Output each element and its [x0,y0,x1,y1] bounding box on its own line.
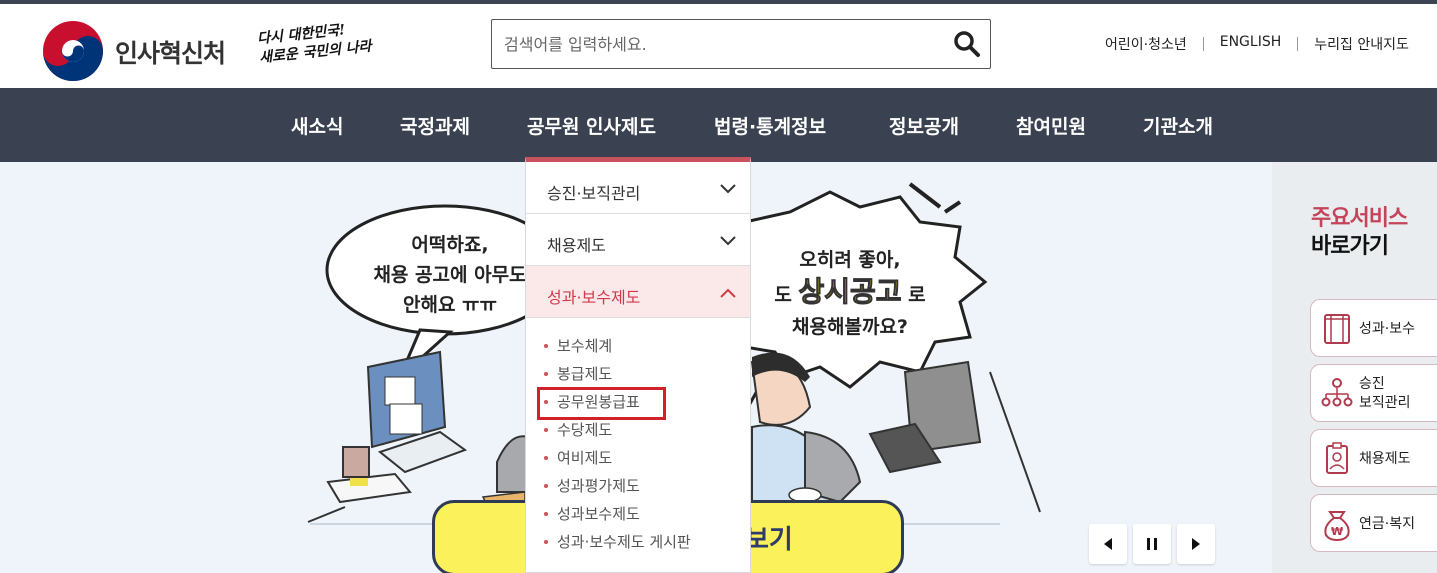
utility-links: 어린이·청소년 ENGLISH 누리집 안내지도 [1105,34,1409,54]
submenu-travel-expense[interactable]: 여비제도 [526,444,750,472]
submenu-performance-eval[interactable]: 성과평가제도 [526,472,750,500]
nav-national-tasks[interactable]: 국정과제 [400,112,470,139]
menu-promotion[interactable]: 승진·보직관리 [526,162,750,214]
triangle-right-icon [1192,538,1200,550]
submenu-label: 봉급제도 [557,365,613,383]
divider [1202,37,1204,51]
nav-laws-statistics[interactable]: 법령·통계정보 [714,112,826,139]
slogan: 다시 대한민국! 새로운 국민의 나라 [256,18,379,68]
quick-promotion-label2: 보직관리 [1359,395,1411,411]
quick-title-line2: 바로가기 [1311,234,1389,259]
chevron-up-icon [720,288,736,298]
submenu-allowance[interactable]: 수당제도 [526,416,750,444]
submenu-label: 수당제도 [557,421,613,439]
quick-promotion-label1: 승진 [1359,376,1385,392]
nav-about[interactable]: 기관소개 [1143,112,1213,139]
bullet-dot [544,344,548,348]
pause-icon [1147,538,1157,550]
personnel-system-dropdown: 승진·보직관리 채용제도 성과·보수제도 보수체계 봉급제도 공무원봉급표 수당… [525,157,751,573]
quick-pension-welfare[interactable]: ₩ 연금·복지 [1310,494,1437,552]
submenu-label: 성과평가제도 [557,477,640,495]
chevron-down-icon [720,236,736,246]
quick-recruitment[interactable]: 채용제도 [1310,429,1437,487]
bullet-dot [544,428,548,432]
search-icon[interactable] [952,29,982,59]
quick-recruitment-label: 채용제도 [1359,451,1411,467]
money-bag-icon: ₩ [1324,511,1350,542]
submenu-label: 여비제도 [557,449,613,467]
org-chart-icon [1321,378,1353,407]
cta-label: 보기 [745,525,793,555]
submenu-label: 성과·보수제도 게시판 [557,533,691,551]
chevron-down-icon [720,184,736,194]
menu-performance-pay[interactable]: 성과·보수제도 [526,266,750,318]
bullet-dot [544,512,548,516]
nav-participation[interactable]: 참여민원 [1016,112,1086,139]
bubble2-post: 로 [908,284,926,306]
quick-performance-pay[interactable]: 성과·보수 [1310,299,1437,357]
submenu-list: 보수체계 봉급제도 공무원봉급표 수당제도 여비제도 성과평가제도 성과보수제도… [526,318,750,556]
org-name[interactable]: 인사혁신처 [115,34,226,70]
slider-pause-button[interactable] [1133,524,1171,564]
submenu-label: 보수체계 [557,337,613,355]
menu-recruitment[interactable]: 채용제도 [526,214,750,266]
quick-promotion[interactable]: 승진 보직관리 [1310,364,1437,422]
nav-news[interactable]: 새소식 [291,112,343,139]
bullet-dot [544,540,548,544]
slider-next-button[interactable] [1177,524,1215,564]
submenu-label: 성과보수제도 [557,505,640,523]
triangle-left-icon [1104,538,1112,550]
nav-info-disclosure[interactable]: 정보공개 [889,112,959,139]
search-box [491,19,991,69]
submenu-pay-structure[interactable]: 보수체계 [526,332,750,360]
link-sitemap[interactable]: 누리집 안내지도 [1314,34,1409,54]
speech-bubble-right: 오히려 좋아, 도 상시공고 로 채용해볼까요? [755,244,945,343]
highlight-annotation-box [537,387,666,420]
svg-text:₩: ₩ [1331,525,1343,538]
id-badge-icon [1326,442,1348,474]
search-input[interactable] [492,20,922,68]
link-english[interactable]: ENGLISH [1220,34,1282,54]
bubble2-pre: 도 [774,284,792,306]
menu-promotion-label: 승진·보직관리 [547,184,641,203]
submenu-salary-system[interactable]: 봉급제도 [526,360,750,388]
quick-services-panel: 주요서비스 바로가기 성과·보수 승진 보직관리 채용제도 ₩ 연금·복지 [1272,162,1437,573]
quick-performance-pay-label: 성과·보수 [1359,321,1415,337]
bullet-dot [544,484,548,488]
submenu-board[interactable]: 성과·보수제도 게시판 [526,528,750,556]
bubble2-line1: 오히려 좋아, [799,249,901,271]
menu-recruitment-label: 채용제도 [547,236,606,255]
bullet-dot [544,456,548,460]
quick-pension-welfare-label: 연금·복지 [1359,516,1415,532]
bullet-dot [544,372,548,376]
bubble2-line2: 도 상시공고 로 [755,275,945,311]
main-navigation: 새소식 국정과제 공무원 인사제도 법령·통계정보 정보공개 참여민원 기관소개 [0,88,1437,162]
bubble2-highlight: 상시공고 [798,275,902,308]
slider-prev-button[interactable] [1089,524,1127,564]
bubble2-line3: 채용해볼까요? [792,316,908,338]
submenu-performance-pay[interactable]: 성과보수제도 [526,500,750,528]
document-icon [1324,314,1350,344]
link-kids[interactable]: 어린이·청소년 [1105,34,1187,54]
divider [1297,37,1299,51]
site-header: 인사혁신처 다시 대한민국! 새로운 국민의 나라 어린이·청소년 ENGLIS… [0,4,1437,88]
menu-performance-pay-label: 성과·보수제도 [547,288,641,307]
government-logo-icon[interactable] [42,20,104,82]
nav-personnel-system[interactable]: 공무원 인사제도 [527,112,656,139]
